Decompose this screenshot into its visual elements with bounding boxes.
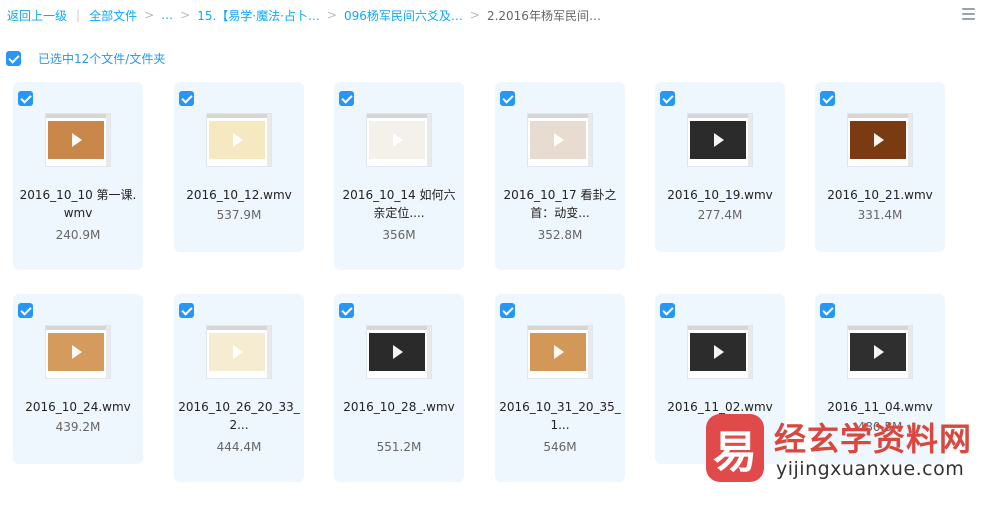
play-icon [874,133,884,147]
file-name[interactable]: 2016_10_14 如何六亲定位.... [338,186,460,222]
breadcrumb-separator: > [326,8,337,22]
breadcrumb-ellipsis[interactable]: … [161,8,173,22]
file-name[interactable]: 2016_10_31_20_35_1... [499,398,621,434]
file-checkbox[interactable] [500,91,515,106]
file-checkbox[interactable] [500,303,515,318]
play-icon [554,133,564,147]
file-size: 331.4M [857,208,903,222]
file-checkbox[interactable] [339,303,354,318]
file-checkbox[interactable] [820,91,835,106]
file-name[interactable]: 2016_10_19.wmv [659,186,781,204]
file-size: 546M [543,440,577,454]
video-thumbnail[interactable] [207,326,271,378]
breadcrumb-separator: > [144,8,155,22]
breadcrumb-divider: | [76,8,81,22]
file-checkbox[interactable] [660,91,675,106]
file-name[interactable]: 2016_10_24.wmv [17,398,139,416]
file-checkbox[interactable] [179,303,194,318]
file-card[interactable]: 2016_10_10 第一课.wmv 240.9M [13,82,143,270]
watermark: 易 经玄学资料网 yijingxuanxue.com [706,410,976,490]
play-icon [393,345,403,359]
file-name[interactable]: 2016_10_21.wmv [819,186,941,204]
file-checkbox[interactable] [339,91,354,106]
file-checkbox[interactable] [18,91,33,106]
file-checkbox[interactable] [660,303,675,318]
video-thumbnail[interactable] [46,326,110,378]
play-icon [72,133,82,147]
breadcrumb-level-1[interactable]: 15.【易学·魔法·占卜… [197,7,320,24]
breadcrumb-all-files[interactable]: 全部文件 [89,7,137,24]
file-card[interactable]: 2016_10_24.wmv 439.2M [13,294,143,464]
video-thumbnail[interactable] [688,326,752,378]
video-thumbnail[interactable] [367,114,431,166]
file-name[interactable]: 2016_10_26_20_33_2... [178,398,300,434]
file-size: 439.2M [55,420,101,434]
file-card[interactable]: 2016_10_28_.wmv 551.2M [334,294,464,482]
video-thumbnail[interactable] [528,114,592,166]
play-icon [72,345,82,359]
breadcrumb: 返回上一级 | 全部文件 > … > 15.【易学·魔法·占卜… > 096杨军… [7,0,601,30]
watermark-url: yijingxuanxue.com [776,458,965,480]
video-thumbnail[interactable] [528,326,592,378]
select-all-bar: 已选中12个文件/文件夹 [6,49,165,67]
play-icon [714,133,724,147]
file-size: 352.8M [537,228,583,242]
file-checkbox[interactable] [179,91,194,106]
breadcrumb-level-2[interactable]: 096杨军民间六爻及… [344,7,463,24]
play-icon [233,345,243,359]
file-checkbox[interactable] [18,303,33,318]
file-size: 537.9M [216,208,262,222]
file-card[interactable]: 2016_10_19.wmv 277.4M [655,82,785,252]
file-size: 277.4M [697,208,743,222]
play-icon [874,345,884,359]
selection-count-label: 已选中12个文件/文件夹 [38,51,166,66]
back-link[interactable]: 返回上一级 [7,7,67,24]
video-thumbnail[interactable] [207,114,271,166]
video-thumbnail[interactable] [46,114,110,166]
file-checkbox[interactable] [820,303,835,318]
breadcrumb-separator: > [180,8,191,22]
file-name[interactable]: 2016_10_12.wmv [178,186,300,204]
select-all-checkbox[interactable] [6,50,21,66]
breadcrumb-current: 2.2016年杨军民间… [486,8,601,23]
watermark-logo: 易 [706,414,764,482]
file-name[interactable]: 2016_10_28_.wmv [338,398,460,416]
file-size: 240.9M [55,228,101,242]
file-name[interactable]: 2016_10_10 第一课.wmv [17,186,139,222]
file-size: 356M [382,228,416,242]
file-card[interactable]: 2016_10_14 如何六亲定位.... 356M [334,82,464,270]
file-card[interactable]: 2016_10_26_20_33_2... 444.4M [174,294,304,482]
file-size: 444.4M [216,440,262,454]
video-thumbnail[interactable] [848,114,912,166]
play-icon [714,345,724,359]
video-thumbnail[interactable] [367,326,431,378]
play-icon [393,133,403,147]
file-card[interactable]: 2016_10_31_20_35_1... 546M [495,294,625,482]
list-view-icon[interactable] [962,8,975,22]
watermark-title: 经玄学资料网 [774,420,973,458]
file-card[interactable]: 2016_10_17 看卦之首：动变... 352.8M [495,82,625,270]
file-size: 551.2M [376,440,422,454]
file-name[interactable]: 2016_10_17 看卦之首：动变... [499,186,621,222]
play-icon [554,345,564,359]
video-thumbnail[interactable] [848,326,912,378]
file-card[interactable]: 2016_10_12.wmv 537.9M [174,82,304,252]
play-icon [233,133,243,147]
video-thumbnail[interactable] [688,114,752,166]
file-card[interactable]: 2016_10_21.wmv 331.4M [815,82,945,252]
breadcrumb-separator: > [469,8,480,22]
